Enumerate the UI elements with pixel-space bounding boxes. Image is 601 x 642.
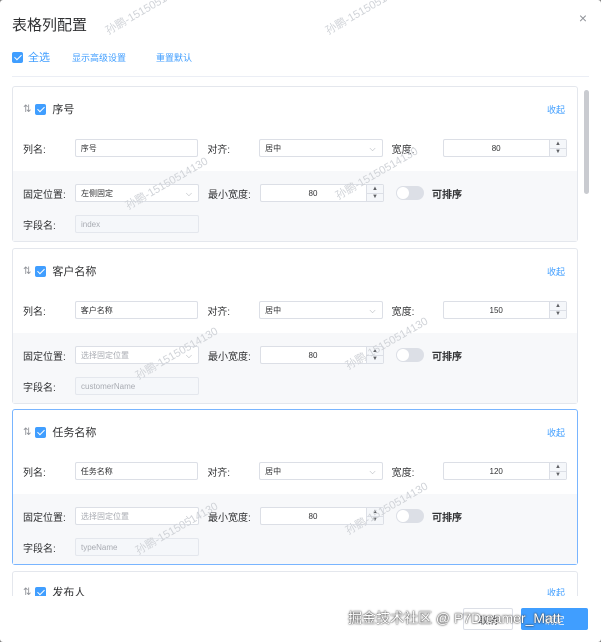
decrease-icon: ▼ [549, 148, 566, 156]
fixed-select[interactable]: 左侧固定 ⌵ [75, 184, 199, 202]
column-config-dialog: 表格列配置 × 全选 显示高级设置 重置默认 ⇅ 序号 收起 列名: 序号 对齐… [0, 0, 601, 642]
min-width-stepper[interactable]: 80 ▲ ▼ [260, 507, 384, 525]
show-advanced-link[interactable]: 显示高级设置 [72, 51, 126, 64]
drag-handle-icon[interactable]: ⇅ [23, 587, 31, 597]
decrease-icon: ▼ [367, 193, 383, 201]
reset-default-link[interactable]: 重置默认 [156, 51, 192, 64]
watermark: 孙鹏-15150514130 [103, 0, 191, 38]
fixed-label: 固定位置: [23, 351, 66, 363]
drag-handle-icon[interactable]: ⇅ [23, 266, 31, 277]
fixed-select[interactable]: 选择固定位置 ⌵ [75, 346, 199, 364]
min-width-label: 最小宽度: [208, 351, 251, 363]
increase-icon: ▲ [367, 508, 383, 517]
watermark: 孙鹏-15150514130 [323, 0, 411, 38]
dialog-title: 表格列配置 [12, 17, 88, 34]
collapse-link[interactable]: 收起 [547, 103, 565, 116]
drag-handle-icon[interactable]: ⇅ [23, 104, 31, 115]
decrease-icon: ▼ [549, 310, 566, 318]
drag-handle-icon[interactable]: ⇅ [23, 427, 31, 438]
col-name-input[interactable]: 序号 [74, 139, 199, 157]
decrease-icon: ▼ [367, 516, 383, 524]
fixed-label: 固定位置: [23, 512, 66, 524]
sortable-label: 可排序 [432, 189, 462, 201]
increase-icon: ▲ [367, 185, 383, 194]
sortable-switch[interactable] [396, 348, 424, 362]
align-select[interactable]: 居中 ⌵ [259, 139, 383, 157]
min-width-stepper[interactable]: 80 ▲ ▼ [260, 346, 384, 364]
increase-icon: ▲ [549, 302, 566, 311]
fixed-label: 固定位置: [23, 189, 66, 201]
column-visible-checkbox[interactable] [35, 265, 47, 277]
chevron-down-icon: ⌵ [185, 189, 192, 198]
cancel-button[interactable]: 取消 [463, 608, 513, 630]
divider [12, 76, 589, 77]
column-visible-checkbox[interactable] [35, 426, 47, 438]
sortable-switch[interactable] [396, 186, 424, 200]
column-list[interactable]: ⇅ 序号 收起 列名: 序号 对齐: 居中 ⌵ 宽度: 80 ▲ ▼ 固定位置: 左侧… [12, 86, 578, 596]
select-all-label[interactable]: 全选 [28, 49, 50, 65]
min-width-stepper[interactable]: 80 ▲ ▼ [260, 184, 384, 202]
sortable-switch[interactable] [396, 509, 424, 523]
sortable-label: 可排序 [432, 351, 462, 363]
sortable-label: 可排序 [432, 512, 462, 524]
column-card: ⇅ 发布人 收起 [12, 571, 578, 596]
close-icon[interactable]: × [579, 10, 587, 26]
chevron-down-icon: ⌵ [185, 512, 192, 521]
column-card-title: 序号 [52, 104, 75, 116]
increase-icon: ▲ [549, 140, 566, 149]
width-label: 宽度: [391, 467, 415, 479]
field-label: 字段名: [23, 382, 56, 394]
col-name-input[interactable]: 客户名称 [74, 301, 199, 319]
column-card: ⇅ 客户名称 收起 列名: 客户名称 对齐: 居中 ⌵ 宽度: 150 ▲ ▼ 固定位… [12, 248, 578, 404]
min-width-label: 最小宽度: [208, 189, 251, 201]
column-card-title: 任务名称 [52, 427, 97, 439]
collapse-link[interactable]: 收起 [547, 265, 565, 278]
col-name-label: 列名: [23, 306, 46, 318]
scrollbar[interactable] [584, 90, 589, 194]
width-stepper[interactable]: 80 ▲ ▼ [443, 139, 567, 157]
chevron-down-icon: ⌵ [369, 306, 376, 315]
column-card-title: 客户名称 [52, 266, 97, 278]
chevron-down-icon: ⌵ [369, 144, 376, 153]
col-name-input[interactable]: 任务名称 [74, 462, 199, 480]
column-card-title: 发布人 [52, 587, 86, 596]
field-label: 字段名: [23, 543, 56, 555]
align-label: 对齐: [207, 467, 231, 479]
col-name-label: 列名: [23, 467, 46, 479]
column-visible-checkbox[interactable] [35, 103, 47, 115]
column-visible-checkbox[interactable] [35, 586, 47, 596]
min-width-label: 最小宽度: [208, 512, 251, 524]
align-select[interactable]: 居中 ⌵ [259, 301, 383, 319]
chevron-down-icon: ⌵ [369, 467, 376, 476]
collapse-link[interactable]: 收起 [547, 586, 565, 596]
col-name-label: 列名: [23, 144, 46, 156]
align-label: 对齐: [207, 144, 231, 156]
fixed-select[interactable]: 选择固定位置 ⌵ [75, 507, 199, 525]
toolbar: 全选 显示高级设置 重置默认 [12, 48, 192, 66]
decrease-icon: ▼ [367, 355, 383, 363]
field-input: customerName [75, 377, 199, 395]
align-label: 对齐: [207, 306, 231, 318]
column-card: ⇅ 任务名称 收起 列名: 任务名称 对齐: 居中 ⌵ 宽度: 120 ▲ ▼ 固定位… [12, 409, 578, 565]
select-all-checkbox[interactable] [12, 51, 23, 63]
field-input: typeName [75, 538, 199, 556]
field-input: index [75, 215, 199, 233]
confirm-button[interactable]: 确定 [521, 608, 588, 630]
width-stepper[interactable]: 120 ▲ ▼ [443, 462, 567, 480]
width-label: 宽度: [391, 144, 415, 156]
width-stepper[interactable]: 150 ▲ ▼ [443, 301, 567, 319]
decrease-icon: ▼ [549, 471, 566, 479]
increase-icon: ▲ [549, 463, 566, 472]
increase-icon: ▲ [367, 347, 383, 356]
align-select[interactable]: 居中 ⌵ [259, 462, 383, 480]
chevron-down-icon: ⌵ [185, 351, 192, 360]
field-label: 字段名: [23, 220, 56, 232]
column-card: ⇅ 序号 收起 列名: 序号 对齐: 居中 ⌵ 宽度: 80 ▲ ▼ 固定位置: 左侧… [12, 86, 578, 242]
width-label: 宽度: [391, 306, 415, 318]
collapse-link[interactable]: 收起 [547, 426, 565, 439]
